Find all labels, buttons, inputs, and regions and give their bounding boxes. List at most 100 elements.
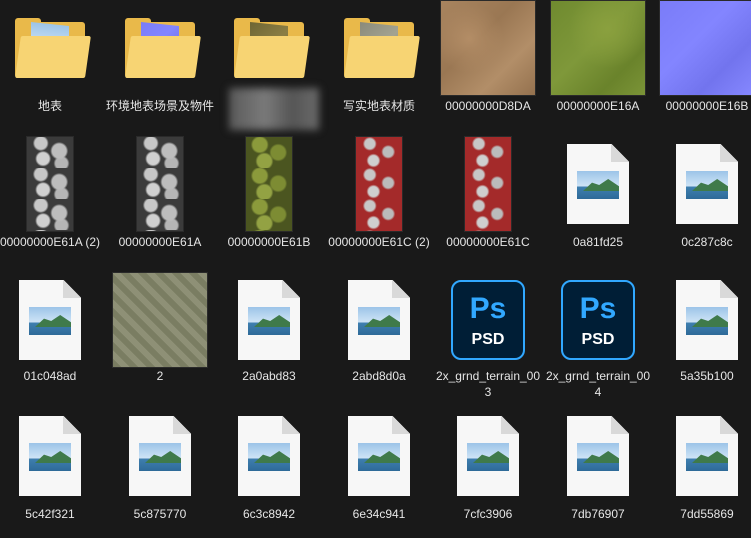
file-name: 6c3c8942	[242, 507, 296, 521]
file-name: 地表	[37, 99, 62, 113]
image-file-icon	[238, 280, 300, 360]
file-name: 2x_grnd_terrain_004	[545, 369, 651, 399]
file-item[interactable]: 7cfc3906	[434, 408, 542, 538]
file-item[interactable]: 7dd55869	[653, 408, 751, 538]
page-fold	[611, 144, 629, 162]
page-fold	[720, 144, 738, 162]
page-fold	[720, 280, 738, 298]
file-name: 00000000E61C	[446, 235, 530, 249]
landscape-picture-icon	[29, 307, 71, 335]
psd-extension-text: PSD	[471, 331, 505, 348]
file-item[interactable]: Ps PSD 2x_grnd_terrain_003	[434, 272, 542, 402]
file-name: 2abd8d0a	[352, 369, 406, 383]
file-name: 环境地表场景及物件	[106, 99, 215, 113]
file-thumbnail	[106, 136, 214, 232]
file-item[interactable]: 00000000E61B	[215, 136, 323, 266]
folder-icon	[15, 18, 91, 78]
texture-thumbnail	[137, 137, 183, 231]
file-thumbnail	[325, 272, 433, 368]
landscape-picture-icon	[577, 443, 619, 471]
file-thumbnail	[106, 0, 214, 96]
file-item[interactable]: 6c3c8942	[215, 408, 323, 538]
folder-icon	[125, 18, 201, 78]
file-item[interactable]: 00000000D8DA	[434, 0, 542, 130]
image-file-icon	[676, 280, 738, 360]
file-name: 6e34c941	[352, 507, 406, 521]
file-item[interactable]: 00000000E61A	[106, 136, 214, 266]
texture-thumbnail	[27, 137, 73, 231]
page-fold	[611, 416, 629, 434]
file-item[interactable]: 0a81fd25	[544, 136, 652, 266]
file-item[interactable]: 2	[106, 272, 214, 402]
image-file-icon	[19, 280, 81, 360]
file-item[interactable]: 01c048ad	[0, 272, 104, 402]
file-item[interactable]: 00000000E16B	[653, 0, 751, 130]
file-item[interactable]: 5c42f321	[0, 408, 104, 538]
file-item[interactable]: 5a35b100	[653, 272, 751, 402]
file-name: 7dd55869	[680, 507, 734, 521]
image-file-icon	[348, 280, 410, 360]
file-item[interactable]: 写实地表材质	[325, 0, 433, 130]
file-thumbnail	[653, 0, 751, 96]
folder-icon	[344, 18, 420, 78]
folder-front	[125, 36, 201, 78]
file-name: 7cfc3906	[463, 507, 513, 521]
file-thumbnail	[653, 136, 751, 232]
file-item[interactable]	[215, 0, 323, 130]
page-fold	[173, 416, 191, 434]
image-file-icon	[676, 144, 738, 224]
landscape-picture-icon	[467, 443, 509, 471]
file-item[interactable]: 00000000E16A	[544, 0, 652, 130]
file-item[interactable]: Ps PSD 2x_grnd_terrain_004	[544, 272, 652, 402]
texture-thumbnail	[441, 1, 535, 95]
file-thumbnail	[0, 408, 104, 504]
file-item[interactable]: 2abd8d0a	[325, 272, 433, 402]
file-thumbnail	[434, 136, 542, 232]
image-file-icon	[567, 416, 629, 496]
page-fold	[63, 280, 81, 298]
file-name: 00000000D8DA	[445, 99, 531, 113]
image-file-icon	[238, 416, 300, 496]
file-item[interactable]: 0c287c8c	[653, 136, 751, 266]
file-thumbnail	[434, 408, 542, 504]
image-file-icon	[19, 416, 81, 496]
file-item[interactable]: 2a0abd83	[215, 272, 323, 402]
file-grid: 地表 环境地表场景及物件 写实地表材质 00000000D8DA 00000000E16…	[0, 0, 751, 532]
landscape-picture-icon	[29, 443, 71, 471]
file-name: 00000000E16B	[665, 99, 749, 113]
file-item[interactable]: 7db76907	[544, 408, 652, 538]
texture-thumbnail	[356, 137, 402, 231]
file-thumbnail	[544, 0, 652, 96]
page-fold	[501, 416, 519, 434]
file-item[interactable]: 5c875770	[106, 408, 214, 538]
psd-extension-text: PSD	[581, 331, 615, 348]
file-name: 00000000E61B	[227, 235, 311, 249]
landscape-picture-icon	[358, 307, 400, 335]
texture-thumbnail	[113, 273, 207, 367]
folder-icon	[234, 18, 310, 78]
file-thumbnail	[653, 272, 751, 368]
file-item[interactable]: 00000000E61C	[434, 136, 542, 266]
image-file-icon	[457, 416, 519, 496]
file-name: 2	[156, 369, 164, 383]
landscape-picture-icon	[248, 443, 290, 471]
file-item[interactable]: 00000000E61C (2)	[325, 136, 433, 266]
file-thumbnail	[0, 272, 104, 368]
texture-thumbnail	[551, 1, 645, 95]
file-thumbnail	[325, 408, 433, 504]
file-name: 写实地表材质	[342, 99, 415, 113]
page-fold	[392, 280, 410, 298]
file-name: 00000000E61C (2)	[328, 235, 430, 249]
texture-thumbnail	[465, 137, 511, 231]
file-item[interactable]: 地表	[0, 0, 104, 130]
landscape-picture-icon	[248, 307, 290, 335]
file-name: 01c048ad	[23, 369, 77, 383]
page-fold	[63, 416, 81, 434]
file-item[interactable]: 00000000E61A (2)	[0, 136, 104, 266]
photoshop-icon: Ps PSD	[561, 280, 635, 360]
file-thumbnail	[325, 136, 433, 232]
file-thumbnail	[215, 0, 323, 96]
file-item[interactable]: 环境地表场景及物件	[106, 0, 214, 130]
file-item[interactable]: 6e34c941	[325, 408, 433, 538]
file-name: 2a0abd83	[242, 369, 296, 383]
